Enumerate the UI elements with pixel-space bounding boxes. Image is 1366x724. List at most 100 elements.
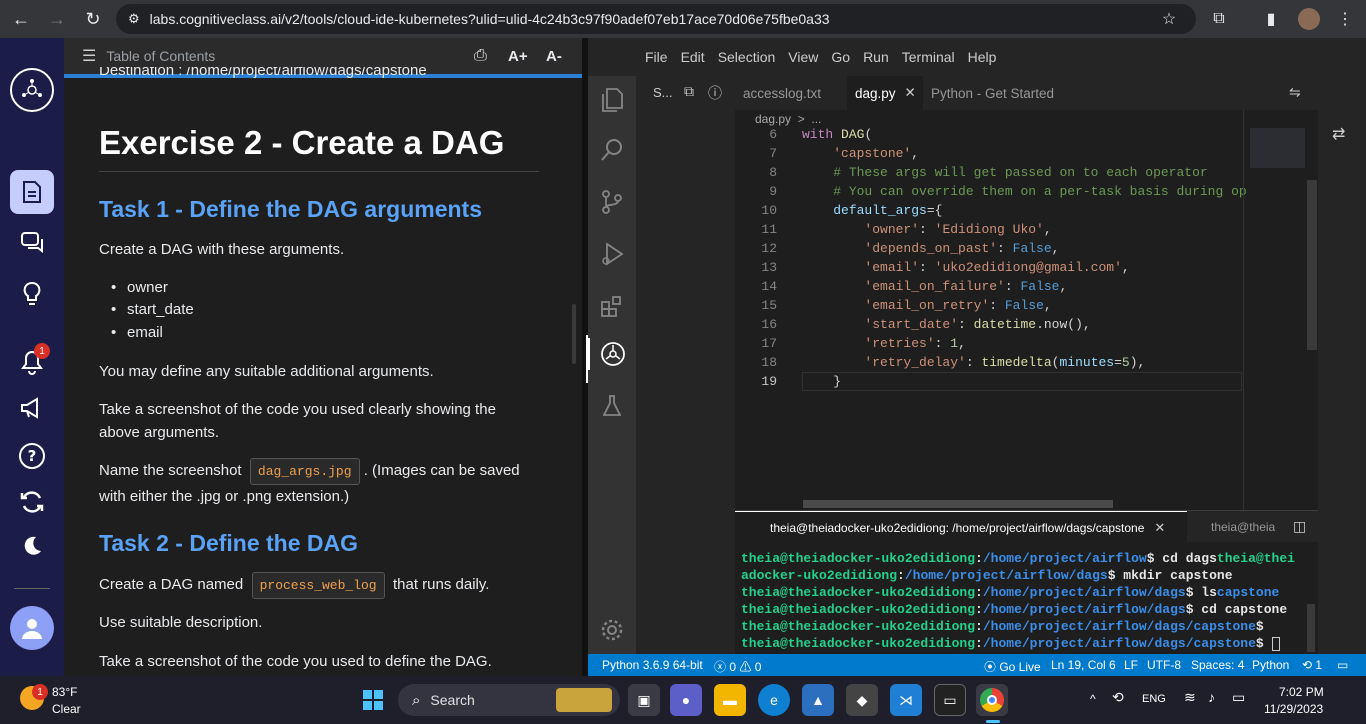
- menu-run[interactable]: Run: [863, 49, 889, 65]
- source-control-icon[interactable]: [596, 186, 628, 218]
- skills-network-toolbox-icon[interactable]: [588, 338, 636, 370]
- sync-status-icon[interactable]: ⟲: [1112, 689, 1124, 706]
- volume-icon[interactable]: ♪: [1208, 689, 1215, 705]
- code-editor[interactable]: dag.py > ... 6 with DAG(7 'capstone', 8 # …: [735, 110, 1318, 510]
- clock-date[interactable]: 11/29/2023: [1264, 702, 1323, 716]
- terminal-layout-icon[interactable]: ◫: [1293, 518, 1306, 535]
- code-line[interactable]: 10 default_args={: [735, 201, 1318, 220]
- outline-icon[interactable]: ⇄: [1332, 124, 1345, 144]
- instructions-document-icon[interactable]: [10, 170, 54, 214]
- vscode-icon[interactable]: ⋊: [890, 684, 922, 716]
- explorer-files-icon[interactable]: [596, 84, 628, 116]
- forward-icon[interactable]: →: [42, 4, 72, 34]
- menu-file[interactable]: File: [645, 49, 668, 65]
- back-icon[interactable]: ←: [6, 4, 36, 34]
- python-interpreter[interactable]: Python 3.6.9 64-bit: [602, 658, 703, 672]
- task-view-icon[interactable]: ▣: [628, 684, 660, 716]
- editor-horizontal-scrollbar[interactable]: [803, 500, 1113, 508]
- teams-chat-icon[interactable]: ●: [670, 684, 702, 716]
- code-line[interactable]: 12 'depends_on_past': False,: [735, 239, 1318, 258]
- menu-terminal[interactable]: Terminal: [902, 49, 955, 65]
- code-line[interactable]: 13 'email': 'uko2edidiong@gmail.com',: [735, 258, 1318, 277]
- extensions-icon[interactable]: ⧉: [1206, 4, 1232, 34]
- profile-avatar[interactable]: [1296, 4, 1322, 34]
- split-editor-icon[interactable]: ⇋: [1289, 84, 1301, 101]
- doc-scrollbar[interactable]: [572, 304, 576, 364]
- code-line[interactable]: 8 # These args will get passed on to eac…: [735, 163, 1318, 182]
- menu-hamburger-icon[interactable]: ☰: [82, 46, 96, 66]
- terminal-tab-2-label[interactable]: theia@theia: [1211, 520, 1275, 534]
- search-icon[interactable]: [596, 134, 628, 166]
- open-editors-icon[interactable]: ⧉: [684, 83, 694, 100]
- problems-indicator[interactable]: ⓧ 0 ⚠ 0: [714, 658, 761, 675]
- code-line[interactable]: 11 'owner': 'Edidiong Uko',: [735, 220, 1318, 239]
- close-terminal-icon[interactable]: ✕: [1154, 520, 1165, 536]
- help-circle-icon[interactable]: ⓘ: [708, 83, 722, 103]
- tab-dag-py[interactable]: dag.py ✕: [847, 76, 923, 110]
- reload-icon[interactable]: ↻: [78, 4, 108, 34]
- code-line[interactable]: 6 with DAG(: [735, 125, 1318, 144]
- clock-time[interactable]: 7:02 PM: [1279, 685, 1324, 699]
- indentation[interactable]: Spaces: 4: [1191, 658, 1244, 672]
- print-icon[interactable]: ⎙: [474, 47, 487, 65]
- settings-gear-icon[interactable]: [596, 614, 628, 646]
- help-question-icon[interactable]: ?: [12, 436, 52, 476]
- encoding[interactable]: UTF-8: [1147, 658, 1181, 672]
- end-of-line[interactable]: LF: [1124, 658, 1138, 672]
- editor-vertical-scrollbar[interactable]: [1307, 180, 1317, 350]
- side-panel-icon[interactable]: ▮: [1258, 4, 1284, 34]
- refresh-sync-icon[interactable]: [12, 482, 52, 522]
- cursor-position[interactable]: Ln 19, Col 6: [1051, 658, 1116, 672]
- menu-help[interactable]: Help: [968, 49, 997, 65]
- terminal-tab-active[interactable]: theia@theiadocker-uko2edidiong: /home/pr…: [735, 511, 1187, 543]
- language-mode[interactable]: Python: [1252, 658, 1289, 672]
- git-app-icon[interactable]: ◆: [846, 684, 878, 716]
- terminal[interactable]: theia@theiadocker-uko2edidiong:/home/pro…: [735, 542, 1318, 654]
- code-line[interactable]: 7 'capstone',: [735, 144, 1318, 163]
- run-debug-icon[interactable]: [596, 238, 628, 270]
- go-live-button[interactable]: ⦿ Go Live: [984, 658, 1041, 675]
- terminal-app-icon[interactable]: ▭: [934, 684, 966, 716]
- code-line[interactable]: 18 'retry_delay': timedelta(minutes=5),: [735, 353, 1318, 372]
- chrome-app-icon[interactable]: [976, 684, 1008, 716]
- notifications-indicator[interactable]: ⟲ 1: [1302, 658, 1322, 672]
- code-line[interactable]: 14 'email_on_failure': False,: [735, 277, 1318, 296]
- code-line[interactable]: 9 # You can override them on a per-task …: [735, 182, 1318, 201]
- file-explorer-icon[interactable]: ▬: [714, 684, 746, 716]
- address-bar[interactable]: ⚙ labs.cognitiveclass.ai/v2/tools/cloud-…: [116, 4, 1196, 34]
- testing-flask-icon[interactable]: [596, 390, 628, 422]
- wifi-icon[interactable]: ≋: [1184, 689, 1196, 706]
- close-tab-icon[interactable]: ✕: [905, 85, 916, 101]
- extensions-icon[interactable]: [596, 290, 628, 322]
- battery-icon[interactable]: ▭: [1232, 689, 1245, 706]
- lightbulb-icon[interactable]: [12, 274, 52, 314]
- show-hidden-icons-icon[interactable]: ^: [1090, 692, 1096, 706]
- code-line[interactable]: 16 'start_date': datetime.now(),: [735, 315, 1318, 334]
- terminal-scrollbar[interactable]: [1307, 604, 1315, 652]
- table-of-contents-button[interactable]: Table of Contents: [106, 48, 215, 64]
- tab-accesslog[interactable]: accesslog.txt: [735, 76, 829, 110]
- announcements-megaphone-icon[interactable]: [12, 388, 52, 428]
- user-avatar-icon[interactable]: [10, 606, 54, 650]
- code-line[interactable]: 15 'email_on_retry': False,: [735, 296, 1318, 315]
- feedback-icon[interactable]: ▭: [1337, 658, 1348, 672]
- language-indicator[interactable]: ENG: [1142, 693, 1166, 705]
- edge-browser-icon[interactable]: e: [758, 684, 790, 716]
- bookmark-star-icon[interactable]: ☆: [1156, 4, 1182, 34]
- breadcrumb[interactable]: dag.py > ...: [755, 112, 821, 126]
- menu-edit[interactable]: Edit: [681, 49, 705, 65]
- font-increase-button[interactable]: A+: [508, 48, 528, 65]
- menu-view[interactable]: View: [788, 49, 818, 65]
- menu-selection[interactable]: Selection: [718, 49, 776, 65]
- tab-python-get-started[interactable]: Python - Get Started: [923, 76, 1062, 110]
- taskbar-search-box[interactable]: ⌕ Search: [398, 684, 620, 716]
- font-decrease-button[interactable]: A-: [546, 48, 562, 65]
- photos-app-icon[interactable]: ▲: [802, 684, 834, 716]
- chat-icon[interactable]: [12, 222, 52, 262]
- chrome-menu-icon[interactable]: ⋮: [1332, 4, 1358, 34]
- minimap[interactable]: [1250, 128, 1305, 168]
- code-line[interactable]: 17 'retries': 1,: [735, 334, 1318, 353]
- windows-start-icon[interactable]: [357, 684, 389, 716]
- dark-mode-moon-icon[interactable]: [12, 526, 52, 566]
- skills-network-logo-icon[interactable]: [10, 68, 54, 112]
